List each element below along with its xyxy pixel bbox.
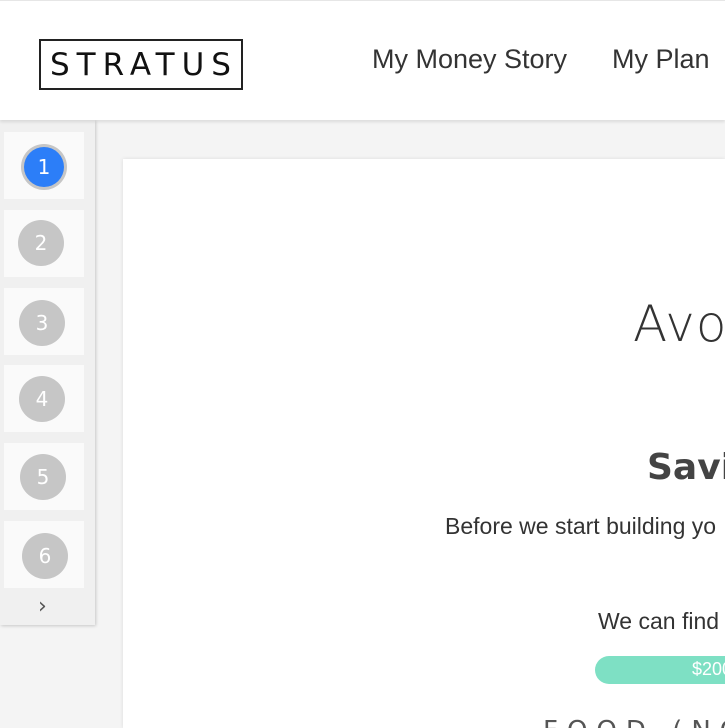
intro-text: Before we start building yo: [445, 513, 717, 539]
step-3-circle: 3: [19, 300, 65, 346]
section-subtitle: Savin: [647, 447, 725, 488]
page-title: Avoi: [633, 295, 725, 353]
chevron-right-icon[interactable]: ›: [38, 594, 47, 619]
step-4-circle: 4: [19, 376, 65, 422]
nav-my-money-story[interactable]: My Money Story: [372, 44, 567, 75]
step-sidebar: 1 2 3 4 5 6 ›: [0, 120, 95, 625]
step-2[interactable]: 2: [4, 210, 84, 277]
step-6-circle: 6: [22, 533, 68, 579]
step-5-circle: 5: [20, 454, 66, 500]
savings-progress-bar: $200: [595, 656, 725, 684]
stratus-logo[interactable]: STRATUS: [39, 39, 243, 90]
step-5[interactable]: 5: [4, 443, 84, 510]
logo-text: STRATUS: [49, 46, 238, 83]
step-2-circle: 2: [18, 220, 64, 266]
top-navigation-bar: STRATUS My Money Story My Plan: [0, 0, 725, 120]
progress-label: $200: [692, 659, 725, 679]
step-3[interactable]: 3: [4, 288, 84, 355]
nav-my-plan[interactable]: My Plan: [612, 44, 710, 75]
find-text: We can find: [598, 608, 720, 634]
main-content-card: Avoi Savin Before we start building yo W…: [123, 159, 725, 728]
step-4[interactable]: 4: [4, 365, 84, 432]
category-heading: FOOD (NON: [543, 716, 725, 728]
step-1[interactable]: 1: [4, 132, 84, 199]
step-6[interactable]: 6: [4, 521, 84, 588]
step-1-circle: 1: [24, 147, 64, 187]
